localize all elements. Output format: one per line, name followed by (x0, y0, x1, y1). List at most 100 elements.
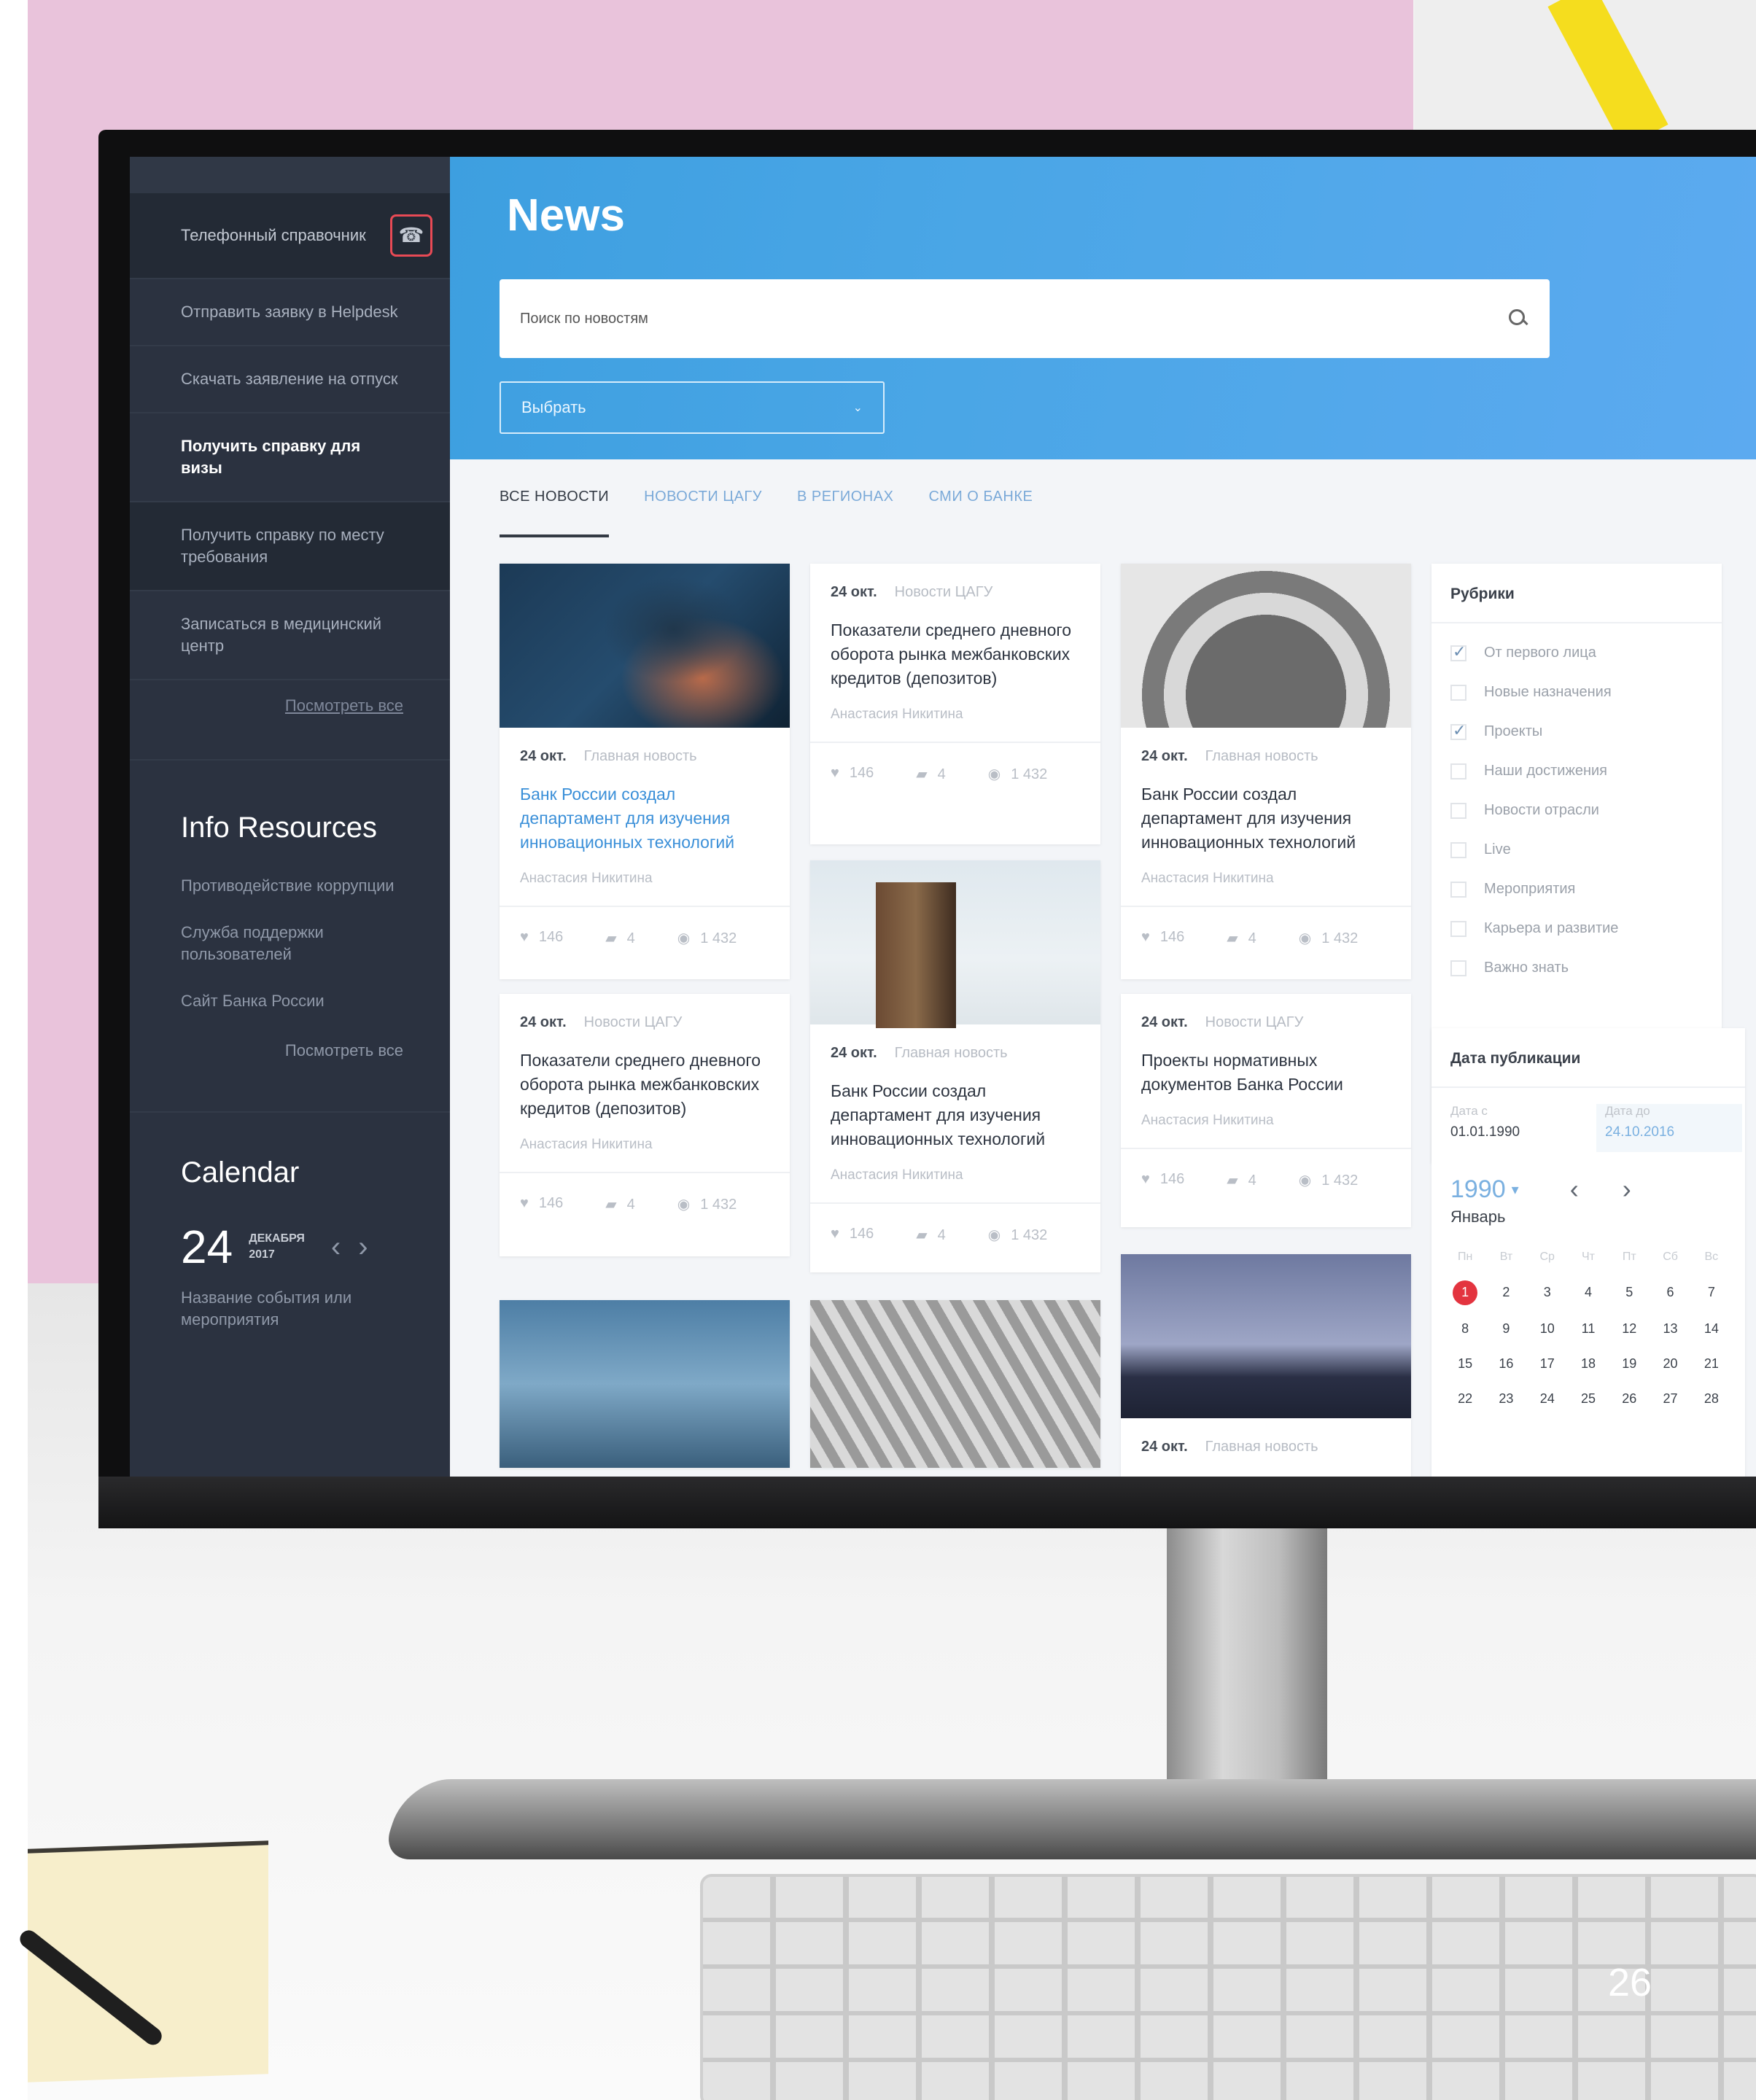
sidebar-item-phonebook[interactable]: Телефонный справочник ☎ (130, 193, 450, 279)
tab-all-news[interactable]: ВСЕ НОВОСТИ (500, 489, 610, 537)
checkbox[interactable] (1450, 763, 1466, 779)
news-title[interactable]: Банк России создал департамент для изуче… (1141, 782, 1391, 855)
sidebar-item-visa[interactable]: Получить справку для визы (130, 413, 450, 502)
sidebar-item-medical[interactable]: Записаться в медицинский центр (130, 591, 450, 680)
calendar-day[interactable]: 28 (1691, 1387, 1732, 1410)
date-from-field[interactable]: Дата с 01.01.1990 (1450, 1104, 1596, 1152)
calendar-day[interactable]: 4 (1568, 1280, 1609, 1304)
news-card[interactable]: 24 окт. Новости ЦАГУ Показатели среднего … (500, 994, 790, 1256)
calendar-day[interactable]: 3 (1527, 1280, 1568, 1304)
calendar-day[interactable]: 17 (1527, 1352, 1568, 1375)
calendar-day[interactable]: 15 (1445, 1352, 1485, 1375)
tab-cagu-news[interactable]: НОВОСТИ ЦАГУ (644, 489, 762, 537)
calendar-day[interactable]: 18 (1568, 1352, 1609, 1375)
comments-count[interactable]: ▰ 4 (1227, 929, 1256, 947)
checkbox[interactable] (1450, 642, 1466, 661)
calendar-event[interactable]: Название события или мероприятия (130, 1274, 450, 1344)
news-title[interactable]: Показатели среднего дневного оборота рын… (520, 1049, 769, 1121)
calendar-day[interactable]: 26 (1609, 1387, 1650, 1410)
calendar-day[interactable]: 22 (1445, 1387, 1485, 1410)
search-icon[interactable] (1507, 308, 1529, 330)
comments-count[interactable]: ▰ 4 (1227, 1171, 1256, 1189)
calendar-day[interactable]: 24 (1527, 1387, 1568, 1410)
calendar-day[interactable]: 19 (1609, 1352, 1650, 1375)
rubric-item[interactable]: Карьера и развитие (1431, 909, 1722, 949)
likes-count[interactable]: ♥ 146 (831, 1226, 874, 1244)
checkbox[interactable] (1450, 920, 1466, 937)
news-title[interactable]: Банк России создал департамент для изуче… (520, 782, 769, 855)
checkbox[interactable] (1450, 960, 1466, 976)
calendar-day[interactable]: 14 (1691, 1317, 1732, 1340)
calendar-day[interactable]: 13 (1650, 1317, 1690, 1340)
sidebar-item-helpdesk[interactable]: Отправить заявку в Helpdesk (130, 279, 450, 346)
info-link-support[interactable]: Служба поддержки пользователей (130, 911, 450, 980)
calendar-day[interactable]: 16 (1485, 1352, 1526, 1375)
news-image[interactable] (810, 1300, 1100, 1468)
rubric-item[interactable]: Важно знать (1431, 949, 1722, 988)
rubric-item[interactable]: Live (1431, 831, 1722, 870)
news-title[interactable]: Показатели среднего дневного оборота рын… (831, 618, 1080, 691)
news-card[interactable]: 24 окт. Главная новость Банк России созда… (500, 564, 790, 979)
likes-count[interactable]: ♥ 146 (520, 1195, 563, 1213)
chevron-right-icon[interactable]: › (1623, 1174, 1631, 1205)
checkbox[interactable] (1450, 881, 1466, 898)
checkbox[interactable] (1450, 721, 1466, 740)
likes-count[interactable]: ♥ 146 (1141, 929, 1184, 947)
comments-count[interactable]: ▰ 4 (605, 1195, 635, 1213)
checkbox[interactable] (1450, 684, 1466, 701)
calendar-day-selected[interactable]: 1 (1453, 1280, 1478, 1305)
news-card[interactable]: 24 окт. Главная новость Банк России созда… (1121, 564, 1411, 979)
checkbox[interactable] (1450, 841, 1466, 858)
filter-select[interactable]: Выбрать ⌄ (500, 381, 885, 434)
chevron-left-icon[interactable]: ‹ (1570, 1174, 1579, 1205)
calendar-day[interactable]: 21 (1691, 1352, 1732, 1375)
rubric-item[interactable]: Мероприятия (1431, 870, 1722, 909)
calendar-day[interactable]: 8 (1445, 1317, 1485, 1340)
calendar-day[interactable]: 11 (1568, 1317, 1609, 1340)
checkbox[interactable] (1450, 802, 1466, 819)
calendar-day[interactable]: 20 (1650, 1352, 1690, 1375)
likes-count[interactable]: ♥ 146 (1141, 1171, 1184, 1189)
news-card[interactable]: 24 окт. Главная новость (1121, 1254, 1411, 1477)
info-see-all-link[interactable]: Посмотреть все (130, 1027, 450, 1111)
chevron-down-icon[interactable]: ▾ (1512, 1181, 1519, 1199)
tab-media[interactable]: СМИ О БАНКЕ (928, 489, 1033, 537)
calendar-day[interactable]: 7 (1691, 1280, 1732, 1304)
news-title[interactable]: Банк России создал департамент для изуче… (831, 1079, 1080, 1151)
calendar-day[interactable]: 12 (1609, 1317, 1650, 1340)
rubric-item[interactable]: Новости отрасли (1431, 791, 1722, 831)
likes-count[interactable]: ♥ 146 (520, 929, 563, 947)
news-card[interactable]: 24 окт. Новости ЦАГУ Проекты нормативных … (1121, 994, 1411, 1227)
date-to-field[interactable]: Дата до 24.10.2016 (1596, 1104, 1742, 1152)
sidebar-item-vacation[interactable]: Скачать заявление на отпуск (130, 346, 450, 413)
calendar-day[interactable]: 27 (1650, 1387, 1690, 1410)
tab-regions[interactable]: В РЕГИОНАХ (797, 489, 893, 537)
news-title[interactable]: Проекты нормативных документов Банка Рос… (1141, 1049, 1391, 1097)
comments-count[interactable]: ▰ 4 (605, 929, 635, 947)
year-dropdown[interactable]: 1990 (1450, 1175, 1506, 1204)
info-link-bank-site[interactable]: Сайт Банка России (130, 980, 450, 1027)
news-card[interactable]: 24 окт. Главная новость Банк России созда… (810, 860, 1100, 1272)
calendar-day[interactable]: 5 (1609, 1280, 1650, 1304)
rubric-item[interactable]: Новые назначения (1431, 673, 1722, 712)
calendar-day[interactable]: 2 (1485, 1280, 1526, 1304)
see-all-link[interactable]: Посмотреть все (130, 680, 450, 759)
comments-count[interactable]: ▰ 4 (916, 1226, 946, 1244)
calendar-day[interactable]: 9 (1485, 1317, 1526, 1340)
chevron-left-icon[interactable]: ‹ (331, 1231, 341, 1264)
search-input[interactable] (520, 310, 1507, 327)
sidebar-item-certificate[interactable]: Получить справку по месту требования (130, 502, 450, 591)
chevron-right-icon[interactable]: › (358, 1231, 368, 1264)
rubric-item[interactable]: Наши достижения (1431, 752, 1722, 791)
info-link-anticorruption[interactable]: Противодействие коррупции (130, 865, 450, 911)
calendar-day[interactable]: 25 (1568, 1387, 1609, 1410)
calendar-day[interactable]: 6 (1650, 1280, 1690, 1304)
comments-count[interactable]: ▰ 4 (916, 765, 946, 783)
calendar-day[interactable]: 10 (1527, 1317, 1568, 1340)
rubric-item[interactable]: Проекты (1431, 712, 1722, 752)
news-image[interactable] (500, 1300, 790, 1468)
rubric-item[interactable]: От первого лица (1431, 634, 1722, 673)
news-card[interactable]: 24 окт. Новости ЦАГУ Показатели среднего … (810, 564, 1100, 844)
likes-count[interactable]: ♥ 146 (831, 765, 874, 783)
calendar-day[interactable]: 23 (1485, 1387, 1526, 1410)
